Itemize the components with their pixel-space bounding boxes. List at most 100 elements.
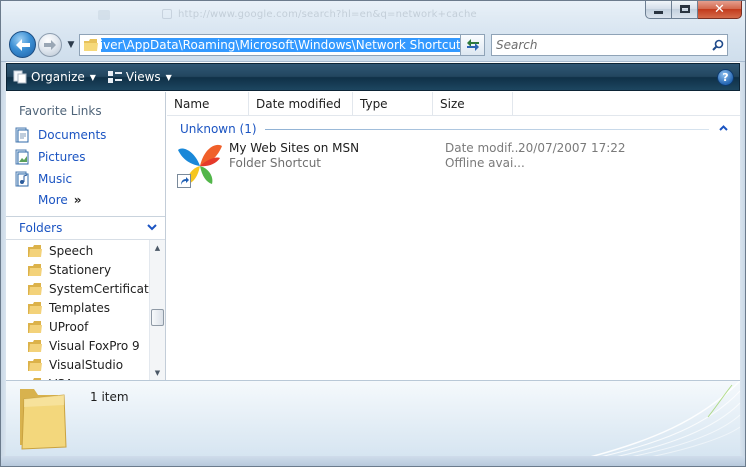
organize-button[interactable]: Organize ▼	[7, 64, 102, 90]
maximize-icon	[679, 5, 690, 13]
file-offline-status: Offline avai...	[445, 156, 525, 170]
views-icon	[107, 71, 122, 83]
documents-icon	[14, 127, 30, 143]
search-box[interactable]	[491, 34, 728, 56]
music-icon	[14, 171, 30, 187]
views-label: Views	[125, 70, 161, 84]
address-bar[interactable]: ...iver\AppData\Roaming\Microsoft\Window…	[79, 34, 485, 56]
folder-icon	[20, 389, 67, 450]
chevron-down-icon	[147, 222, 157, 235]
folder-icon	[28, 301, 42, 314]
double-chevron-right-icon: »	[73, 193, 82, 207]
folder-tree-item[interactable]: Visual FoxPro 9	[28, 336, 140, 355]
folder-tree-scrollbar[interactable]: ▲ ▼	[149, 240, 165, 380]
column-date-modified[interactable]: Date modified	[249, 92, 353, 116]
folder-tree-item[interactable]: VisualStudio	[28, 355, 123, 374]
recent-pages-dropdown[interactable]: ▼	[65, 39, 77, 51]
back-button[interactable]	[9, 31, 36, 58]
address-text[interactable]: ...iver\AppData\Roaming\Microsoft\Window…	[101, 37, 468, 53]
navigation-pane: Favorite Links Documents Pictures Music …	[6, 92, 166, 380]
organize-label: Organize	[31, 70, 85, 84]
arrow-left-icon	[15, 38, 30, 51]
favorite-link-label: Pictures	[38, 150, 86, 164]
forward-button[interactable]	[38, 33, 62, 57]
folder-tree-label: Templates	[49, 300, 111, 315]
minimize-icon	[654, 10, 663, 14]
folder-icon	[28, 282, 42, 295]
window-frame-bottom	[0, 456, 746, 467]
folder-tree-label: Stationery	[49, 262, 112, 277]
chevron-down-icon: ▼	[89, 72, 96, 82]
address-path-selected: ...iver\AppData\Roaming\Microsoft\Window…	[101, 38, 468, 52]
folder-tree-item[interactable]: UProof	[28, 317, 88, 336]
folder-icon	[28, 263, 42, 276]
search-input[interactable]	[492, 36, 709, 54]
scroll-thumb[interactable]	[151, 309, 164, 326]
pictures-icon	[14, 149, 30, 165]
favorite-link-music[interactable]: Music	[14, 170, 72, 188]
favorite-link-documents[interactable]: Documents	[14, 126, 106, 144]
maximize-button[interactable]	[672, 0, 698, 19]
column-name[interactable]: Name	[167, 92, 249, 116]
scroll-down-button[interactable]: ▼	[150, 365, 165, 380]
command-bar: Organize ▼ Views ▼ ?	[6, 63, 740, 91]
column-headers: Name Date modified Type Size	[167, 92, 740, 116]
folder-icon	[28, 339, 42, 352]
refresh-button[interactable]	[460, 34, 485, 56]
folder-tree-label: SystemCertificates	[49, 281, 149, 296]
favorite-links-title: Favorite Links	[19, 104, 102, 118]
help-icon[interactable]: ?	[717, 69, 734, 86]
details-pane: 1 item	[6, 380, 740, 456]
window-controls: ✕	[645, 0, 742, 19]
favorite-links-more[interactable]: More »	[38, 193, 82, 207]
folder-tree-label: VisualStudio	[49, 357, 124, 372]
folders-title: Folders	[19, 221, 63, 235]
folder-tree-label: UProof	[49, 319, 89, 334]
folder-tree-item[interactable]: Stationery	[28, 260, 111, 279]
organize-icon	[13, 70, 27, 84]
column-type[interactable]: Type	[353, 92, 433, 116]
favorite-link-label: Music	[38, 172, 73, 186]
folder-tree: Speech Stationery SystemCertificates Templa…	[6, 240, 149, 380]
folder-icon	[28, 358, 42, 371]
folders-header[interactable]: Folders	[6, 216, 165, 240]
chevron-up-icon: ▲	[154, 243, 161, 252]
item-count: 1 item	[90, 390, 129, 404]
chevron-up-icon	[719, 124, 728, 134]
search-icon[interactable]	[709, 39, 727, 51]
minimize-button[interactable]	[645, 0, 672, 19]
folder-tree-label: Visual FoxPro 9	[49, 338, 140, 353]
folder-icon	[28, 320, 42, 333]
window-frame-right	[740, 62, 746, 456]
ghost-tab-icon	[98, 10, 110, 20]
arrow-right-icon	[44, 40, 56, 50]
folder-icon	[28, 244, 42, 257]
group-label: Unknown (1)	[180, 122, 257, 136]
refresh-icon	[466, 39, 479, 51]
folder-tree-item[interactable]: Speech	[28, 241, 93, 260]
close-button[interactable]: ✕	[698, 0, 742, 19]
chevron-down-icon: ▼	[165, 72, 172, 82]
file-list: Name Date modified Type Size Unknown (1)	[167, 92, 740, 380]
folder-tree-item[interactable]: Templates	[28, 298, 110, 317]
chevron-down-icon: ▼	[154, 368, 161, 377]
favorite-link-pictures[interactable]: Pictures	[14, 148, 86, 166]
decorative-swoosh	[590, 381, 740, 456]
ghost-page-icon	[162, 9, 172, 19]
folder-tree-item[interactable]: SystemCertificates	[28, 279, 149, 298]
views-button[interactable]: Views ▼	[102, 64, 178, 90]
file-date-label: Date modif...	[445, 141, 523, 155]
scroll-up-button[interactable]: ▲	[150, 240, 165, 255]
favorite-link-label: Documents	[38, 128, 107, 142]
more-label: More	[38, 193, 68, 207]
column-size[interactable]: Size	[433, 92, 513, 116]
file-type: Folder Shortcut	[229, 156, 322, 170]
title-bar[interactable]: http://www.google.com/search?hl=en&q=net…	[0, 0, 746, 62]
group-header[interactable]: Unknown (1)	[180, 121, 728, 137]
file-item[interactable]: My Web Sites on MSN Folder Shortcut Date…	[174, 140, 654, 190]
chevron-down-icon: ▼	[67, 40, 75, 50]
ghost-title-text: http://www.google.com/search?hl=en&q=net…	[178, 9, 477, 20]
explorer-window: http://www.google.com/search?hl=en&q=net…	[0, 0, 746, 467]
file-date-value: 20/07/2007 17:22	[518, 141, 626, 155]
shortcut-arrow-icon	[177, 174, 191, 188]
